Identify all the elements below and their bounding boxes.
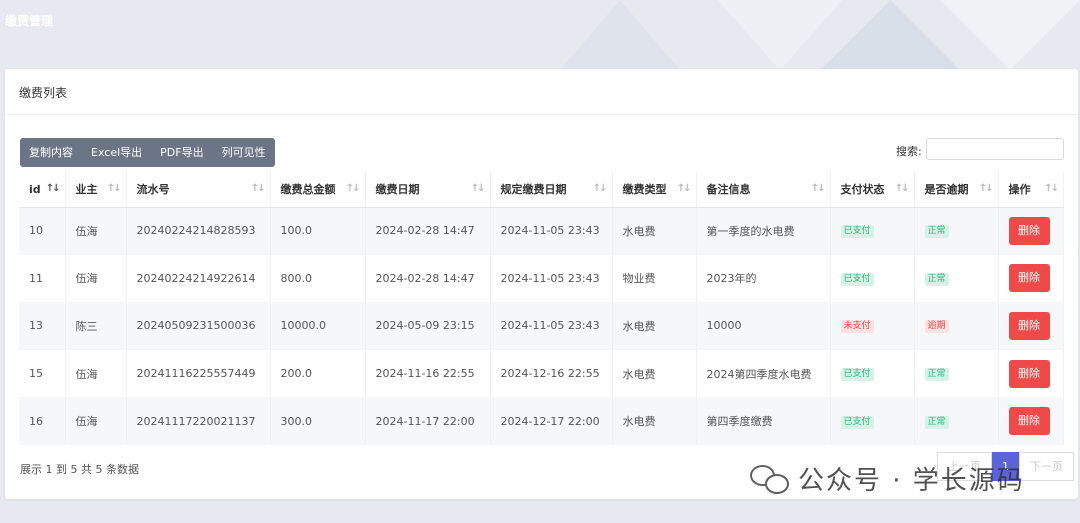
column-header-serial[interactable]: 流水号 ↑↓ — [126, 172, 271, 208]
column-header-note[interactable]: 备注信息 ↑↓ — [696, 172, 831, 208]
search-input[interactable] — [926, 138, 1064, 160]
cell-due-date: 2024-12-16 22:55 — [490, 349, 613, 398]
table-header-row: id ↑↓ 业主 ↑↓ 流水号 ↑↓ 缴费总金额 ↑↓ 缴费日期 ↑↓ 规定缴费日期 ↑↓ … — [19, 172, 1064, 208]
column-visibility-button[interactable]: 列可见性 — [213, 138, 275, 167]
cell-note: 2024第四季度水电费 — [696, 349, 831, 398]
column-header-type[interactable]: 缴费类型 ↑↓ — [612, 172, 697, 208]
wechat-icon — [750, 462, 790, 496]
cell-note: 2023年的 — [696, 254, 831, 303]
cell-due-date: 2024-12-17 22:00 — [490, 397, 613, 446]
cell-serial: 20241116225557449 — [126, 349, 271, 398]
column-header-id[interactable]: id ↑↓ — [19, 172, 66, 208]
cell-id: 13 — [19, 302, 66, 351]
page-title: 缴费管理 — [5, 14, 54, 28]
column-header-action[interactable]: 操作 ↑↓ — [998, 172, 1064, 208]
sort-icon: ↑↓ — [676, 183, 692, 194]
cell-owner: 伍海 — [65, 349, 127, 398]
delete-button[interactable]: 删除 — [1008, 359, 1050, 388]
cell-type: 水电费 — [612, 397, 697, 446]
cell-amount: 100.0 — [270, 207, 366, 256]
sort-asc-icon: ↑↓ — [45, 183, 61, 194]
column-header-amount[interactable]: 缴费总金额 ↑↓ — [270, 172, 366, 208]
delete-button[interactable]: 删除 — [1008, 407, 1050, 436]
delete-button[interactable]: 删除 — [1008, 264, 1050, 293]
cell-pay-date: 2024-02-28 14:47 — [365, 207, 491, 256]
sort-icon: ↑↓ — [250, 183, 266, 194]
delete-button[interactable]: 删除 — [1008, 216, 1050, 245]
cell-id: 11 — [19, 254, 66, 303]
cell-amount: 200.0 — [270, 349, 366, 398]
next-page-button[interactable]: 下一页 — [1019, 452, 1074, 481]
sort-icon: ↑↓ — [345, 183, 361, 194]
cell-id: 10 — [19, 207, 66, 256]
overdue-badge: 正常 — [924, 225, 949, 239]
sort-icon: ↑↓ — [978, 183, 994, 194]
cell-amount: 300.0 — [270, 397, 366, 446]
watermark-text: 公众号 · 学长源码 — [798, 466, 1025, 496]
overdue-badge: 正常 — [924, 272, 949, 286]
excel-export-button[interactable]: Excel导出 — [82, 138, 151, 167]
sort-icon: ↑↓ — [470, 183, 486, 194]
sort-icon: ↑↓ — [106, 183, 122, 194]
cell-amount: 800.0 — [270, 254, 366, 303]
cell-pay-date: 2024-11-16 22:55 — [365, 349, 491, 398]
status-badge: 已支付 — [840, 225, 874, 239]
column-header-overdue[interactable]: 是否逾期 ↑↓ — [914, 172, 999, 208]
sort-icon: ↑↓ — [1044, 183, 1059, 194]
delete-button[interactable]: 删除 — [1008, 311, 1050, 340]
cell-type: 水电费 — [612, 302, 697, 351]
status-badge: 已支付 — [840, 368, 874, 382]
cell-note: 第四季度缴费 — [696, 397, 831, 446]
cell-serial: 20240224214922614 — [126, 254, 271, 303]
table-row: 13 陈三 20240509231500036 10000.0 2024-05-… — [19, 302, 1064, 351]
cell-id: 15 — [19, 349, 66, 398]
sort-icon: ↑↓ — [810, 183, 826, 194]
export-toolbar: 复制内容 Excel导出 PDF导出 列可见性 — [20, 138, 275, 167]
table-row: 15 伍海 20241116225557449 200.0 2024-11-16… — [19, 349, 1064, 398]
cell-type: 物业费 — [612, 254, 697, 303]
search-label: 搜索: — [896, 145, 922, 158]
table-row: 11 伍海 20240224214922614 800.0 2024-02-28… — [19, 254, 1064, 303]
payment-table: id ↑↓ 业主 ↑↓ 流水号 ↑↓ 缴费总金额 ↑↓ 缴费日期 ↑↓ 规定缴费日期 ↑↓ … — [19, 172, 1064, 446]
cell-note: 第一季度的水电费 — [696, 207, 831, 256]
column-header-pay-date[interactable]: 缴费日期 ↑↓ — [365, 172, 491, 208]
card-title: 缴费列表 — [5, 69, 1078, 115]
status-badge: 已支付 — [840, 415, 874, 429]
cell-owner: 伍海 — [65, 254, 127, 303]
pdf-export-button[interactable]: PDF导出 — [151, 138, 212, 167]
table-row: 16 伍海 20241117220021137 300.0 2024-11-17… — [19, 397, 1064, 446]
cell-id: 16 — [19, 397, 66, 446]
cell-serial: 20241117220021137 — [126, 397, 271, 446]
cell-owner: 伍海 — [65, 207, 127, 256]
sort-icon: ↑↓ — [894, 183, 910, 194]
status-badge: 已支付 — [840, 272, 874, 286]
cell-serial: 20240224214828593 — [126, 207, 271, 256]
column-header-due-date[interactable]: 规定缴费日期 ↑↓ — [490, 172, 613, 208]
cell-type: 水电费 — [612, 349, 697, 398]
cell-pay-date: 2024-11-17 22:00 — [365, 397, 491, 446]
cell-due-date: 2024-11-05 23:43 — [490, 207, 613, 256]
overdue-badge: 逾期 — [924, 320, 949, 334]
cell-owner: 陈三 — [65, 302, 127, 351]
cell-due-date: 2024-11-05 23:43 — [490, 302, 613, 351]
cell-type: 水电费 — [612, 207, 697, 256]
watermark: 公众号 · 学长源码 — [750, 460, 1025, 497]
cell-amount: 10000.0 — [270, 302, 366, 351]
cell-due-date: 2024-11-05 23:43 — [490, 254, 613, 303]
cell-note: 10000 — [696, 302, 831, 351]
column-header-status[interactable]: 支付状态 ↑↓ — [830, 172, 915, 208]
sort-icon: ↑↓ — [592, 183, 608, 194]
table-row: 10 伍海 20240224214828593 100.0 2024-02-28… — [19, 207, 1064, 256]
pagination-info: 展示 1 到 5 共 5 条数据 — [20, 463, 139, 476]
column-header-owner[interactable]: 业主 ↑↓ — [65, 172, 127, 208]
payment-list-card: 缴费列表 复制内容 Excel导出 PDF导出 列可见性 搜索: id ↑↓ 业主… — [5, 69, 1078, 499]
cell-serial: 20240509231500036 — [126, 302, 271, 351]
overdue-badge: 正常 — [924, 368, 949, 382]
cell-pay-date: 2024-02-28 14:47 — [365, 254, 491, 303]
cell-owner: 伍海 — [65, 397, 127, 446]
cell-pay-date: 2024-05-09 23:15 — [365, 302, 491, 351]
copy-button[interactable]: 复制内容 — [20, 138, 82, 167]
overdue-badge: 正常 — [924, 415, 949, 429]
status-badge: 未支付 — [840, 320, 874, 334]
